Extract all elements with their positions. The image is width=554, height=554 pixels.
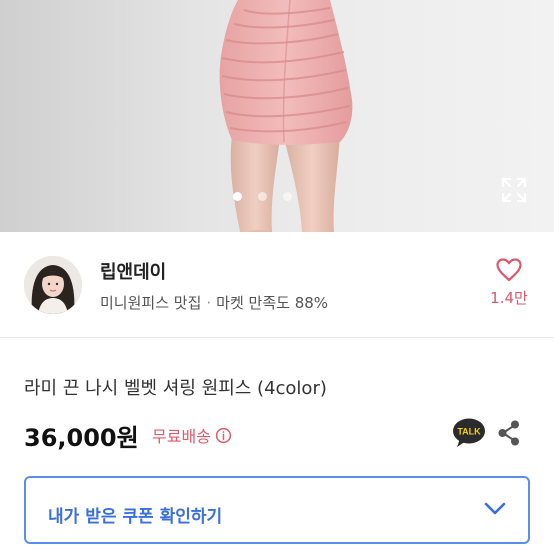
heart-outline-icon — [496, 258, 522, 282]
like-count: 1.4만 — [490, 289, 528, 307]
shop-name[interactable]: 립앤데이 — [100, 258, 166, 284]
market-satisfaction: 마켓 만족도 88% — [216, 294, 329, 312]
product-image-carousel[interactable] — [0, 0, 554, 232]
meta-separator: · — [206, 294, 212, 312]
like-button[interactable]: 1.4만 — [488, 258, 530, 308]
seller-avatar[interactable] — [24, 256, 82, 314]
carousel-dot[interactable] — [283, 192, 292, 201]
shop-meta: 미니원피스 맛집 · 마켓 만족도 88% — [100, 292, 328, 313]
carousel-indicator — [233, 192, 292, 201]
talk-label: TALK — [457, 427, 481, 437]
shipping-label: 무료배송 — [152, 427, 211, 446]
seller-info-row[interactable]: 립앤데이 미니원피스 맛집 · 마켓 만족도 88% 1.4만 — [0, 232, 554, 338]
talk-bubble-icon: TALK — [453, 418, 485, 447]
kakao-talk-button[interactable]: TALK — [452, 418, 486, 452]
carousel-dot-active[interactable] — [233, 192, 242, 201]
expand-fullscreen-icon[interactable] — [500, 176, 528, 204]
shipping-info[interactable]: 무료배송 — [152, 423, 232, 447]
share-icon[interactable] — [496, 419, 522, 451]
info-circle-icon[interactable] — [215, 427, 232, 444]
carousel-dot[interactable] — [258, 192, 267, 201]
shop-tagline: 미니원피스 맛집 — [100, 294, 202, 312]
product-title: 라미 끈 나시 벨벳 셔링 원피스 (4color) — [24, 378, 327, 399]
product-price: 36,000원 — [24, 424, 139, 452]
chevron-down-icon — [484, 502, 506, 515]
coupon-label: 내가 받은 쿠폰 확인하기 — [48, 507, 223, 527]
coupon-check-button[interactable]: 내가 받은 쿠폰 확인하기 — [24, 476, 530, 544]
